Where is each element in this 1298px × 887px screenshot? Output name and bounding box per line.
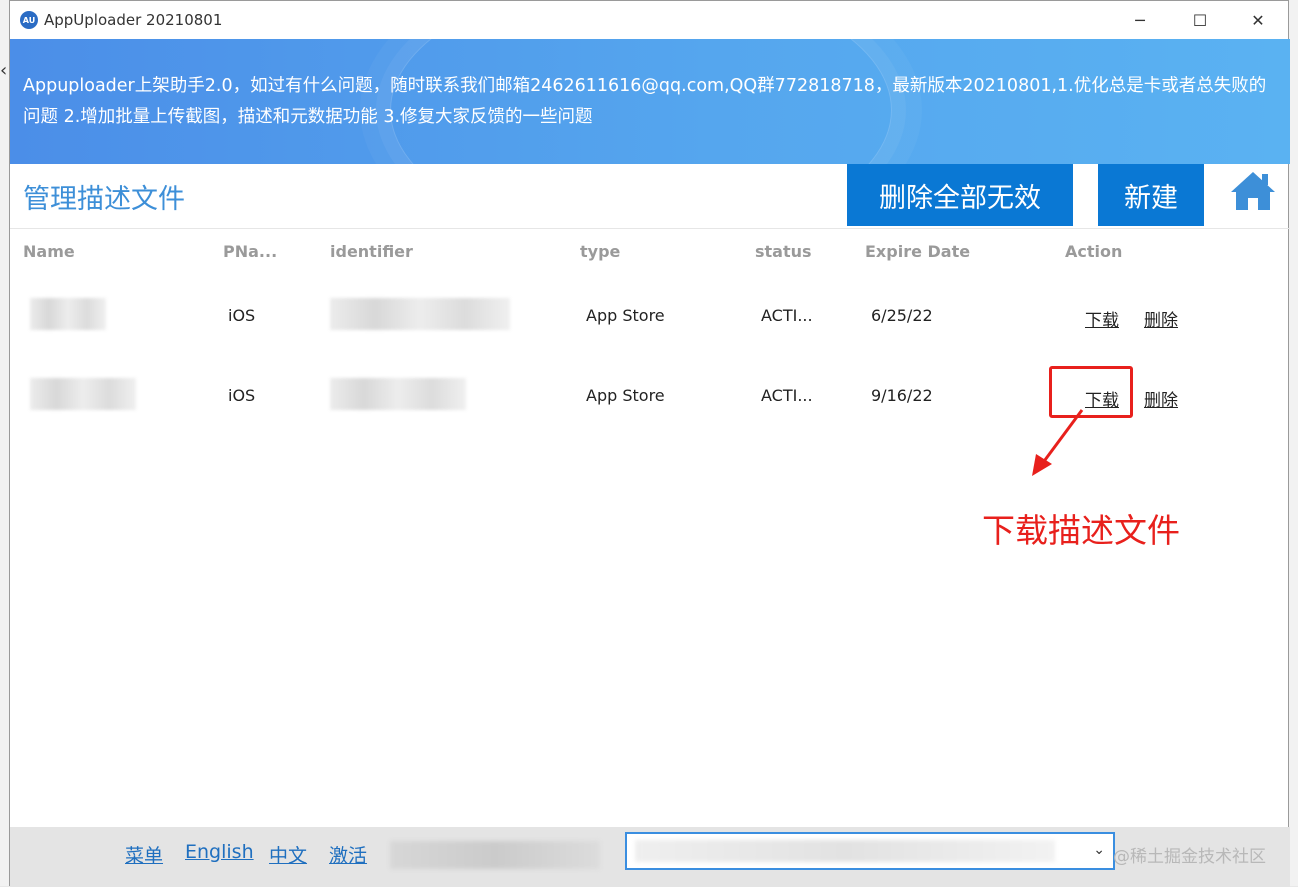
page-title: 管理描述文件 [23,184,185,215]
delete-link[interactable]: 删除 [1144,386,1178,411]
redacted-account-info [390,841,600,869]
maximize-button[interactable]: ☐ [1180,5,1220,35]
row-expire-date: 9/16/22 [871,386,933,405]
table-header: Name PNa... identifier type status Expir… [10,228,1290,274]
redacted-identifier [330,298,510,330]
column-platform[interactable]: PNa... [223,242,277,261]
download-link[interactable]: 下载 [1085,306,1119,331]
minimize-button[interactable]: ─ [1120,5,1160,35]
column-expire-date[interactable]: Expire Date [865,242,970,261]
watermark: @稀土掘金技术社区 [1113,847,1266,867]
chinese-link[interactable]: 中文 [269,841,307,868]
delete-all-invalid-button[interactable]: 删除全部无效 [847,164,1073,226]
column-action: Action [1065,242,1123,261]
redacted-selected-value [635,840,1055,862]
table-row[interactable]: iOS App Store ACTI... 6/25/22 下载 删除 [10,286,1290,346]
activate-link[interactable]: 激活 [329,841,367,868]
menu-link[interactable]: 菜单 [125,841,163,868]
page-header: 管理描述文件 删除全部无效 新建 [10,164,1290,229]
notice-text: Appuploader上架助手2.0，如过有什么问题，随时联系我们邮箱24626… [23,76,1267,127]
app-window: AU AppUploader 20210801 ─ ☐ ✕ Appuploade… [9,0,1290,887]
window-title: AppUploader 20210801 [44,11,223,29]
column-type[interactable]: type [580,242,620,261]
new-profile-button[interactable]: 新建 [1098,164,1204,226]
home-icon[interactable] [1228,168,1278,212]
column-identifier[interactable]: identifier [330,242,413,261]
row-platform: iOS [228,306,256,325]
column-name[interactable]: Name [23,242,75,261]
row-type: App Store [586,386,665,405]
redacted-name [30,298,106,330]
notice-banner: Appuploader上架助手2.0，如过有什么问题，随时联系我们邮箱24626… [10,39,1290,164]
redacted-identifier [330,378,466,410]
row-type: App Store [586,306,665,325]
row-platform: iOS [228,386,256,405]
chevron-down-icon: ⌄ [1093,842,1105,858]
title-bar: AU AppUploader 20210801 ─ ☐ ✕ [10,1,1288,39]
app-logo-icon: AU [20,11,38,29]
annotation-label: 下载描述文件 [982,511,1180,550]
account-select[interactable]: ⌄ [625,832,1115,870]
row-status: ACTI... [761,386,813,405]
row-expire-date: 6/25/22 [871,306,933,325]
delete-link[interactable]: 删除 [1144,306,1178,331]
column-status[interactable]: status [755,242,812,261]
annotation-arrow-icon [1032,409,1084,476]
close-button[interactable]: ✕ [1238,5,1278,35]
english-link[interactable]: English [185,841,254,863]
redacted-name [30,378,136,410]
row-status: ACTI... [761,306,813,325]
footer-bar: 菜单 English 中文 激活 ⌄ @稀土掘金技术社区 [10,827,1290,887]
